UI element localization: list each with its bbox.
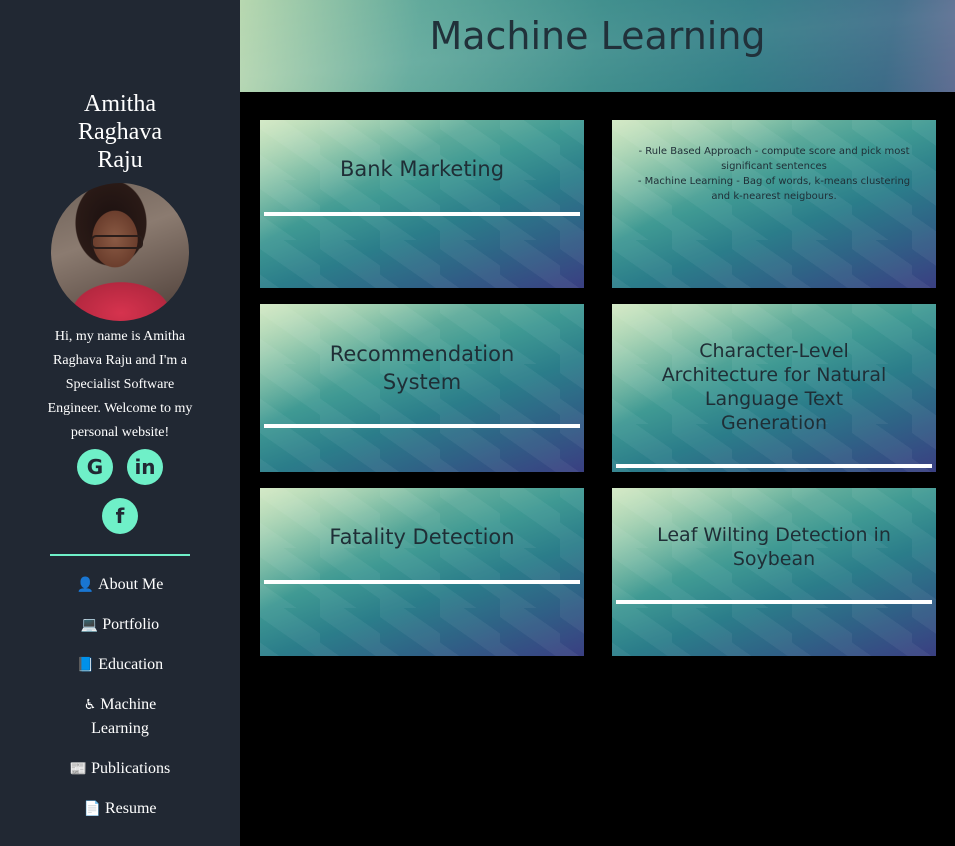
- github-icon[interactable]: G: [77, 449, 113, 485]
- nav-item-publications[interactable]: 📰 Publications: [0, 757, 240, 781]
- page-header: Machine Learning: [240, 0, 955, 92]
- nav-item-portfolio[interactable]: 💻 Portfolio: [0, 613, 240, 637]
- facebook-icon[interactable]: f: [102, 498, 138, 534]
- profile-bio: Hi, my name is Amitha Raghava Raju and I…: [47, 329, 193, 440]
- linkedin-glyph: in: [134, 455, 156, 479]
- card-title: Character-Level Architecture for Natural…: [661, 340, 887, 434]
- card-description-line: - Rule Based Approach - compute score an…: [638, 146, 910, 172]
- nav-item-resume[interactable]: 📄 Resume: [0, 797, 240, 821]
- book-icon: 📘: [76, 657, 95, 673]
- card-title: Bank Marketing: [339, 157, 505, 181]
- newspaper-icon: 📰: [69, 761, 88, 777]
- laptop-icon: 💻: [80, 617, 99, 633]
- project-card-fatality-detection[interactable]: Fatality Detection: [260, 488, 584, 656]
- avatar: [51, 183, 189, 321]
- card-description-line: - Machine Learning - Bag of words, k-mea…: [637, 176, 911, 202]
- project-card-character-level-text-generation[interactable]: Character-Level Architecture for Natural…: [612, 304, 936, 472]
- nav-label: About Me: [98, 576, 164, 593]
- card-underline: [264, 212, 580, 216]
- card-underline: [264, 424, 580, 428]
- file-icon: 📄: [83, 801, 101, 817]
- nav-label: Publications: [91, 760, 171, 777]
- card-underline: [616, 464, 932, 468]
- nav-label: Machine Learning: [91, 696, 157, 737]
- card-underline: [264, 580, 580, 584]
- profile-name: Amitha Raghava Raju: [78, 91, 162, 173]
- card-title: Fatality Detection: [329, 525, 515, 549]
- avatar-glasses: [91, 235, 143, 249]
- card-title: Leaf Wilting Detection in Soybean: [657, 524, 891, 570]
- nav-item-education[interactable]: 📘 Education: [0, 653, 240, 677]
- facebook-glyph: f: [115, 504, 125, 528]
- linkedin-icon[interactable]: in: [127, 449, 163, 485]
- nav-label: Education: [98, 656, 164, 673]
- nav-label: Portfolio: [102, 616, 160, 633]
- card-description: - Rule Based Approach - compute score an…: [632, 144, 916, 204]
- social-links-row-1: G in: [0, 449, 240, 485]
- sidebar-divider: [50, 554, 190, 556]
- user-icon: 👤: [76, 577, 95, 593]
- nav-item-about-me[interactable]: 👤 About Me: [0, 573, 240, 597]
- github-glyph: G: [86, 455, 104, 479]
- card-underline: [616, 600, 932, 604]
- sidebar: Amitha Raghava Raju Hi, my name is Amith…: [0, 0, 240, 846]
- nav-item-machine-learning[interactable]: ♿ Machine Learning: [0, 693, 240, 741]
- project-card-leaf-wilting-detection[interactable]: Leaf Wilting Detection in Soybean: [612, 488, 936, 656]
- page-title: Machine Learning: [429, 14, 766, 58]
- accessibility-icon: ♿: [83, 697, 97, 713]
- social-links-row-2: f: [0, 498, 240, 534]
- nav-label: Resume: [104, 800, 157, 817]
- card-title: Recommendation System: [329, 342, 515, 394]
- project-card-text-summarization[interactable]: - Rule Based Approach - compute score an…: [612, 120, 936, 288]
- project-card-bank-marketing[interactable]: Bank Marketing: [260, 120, 584, 288]
- project-card-recommendation-system[interactable]: Recommendation System: [260, 304, 584, 472]
